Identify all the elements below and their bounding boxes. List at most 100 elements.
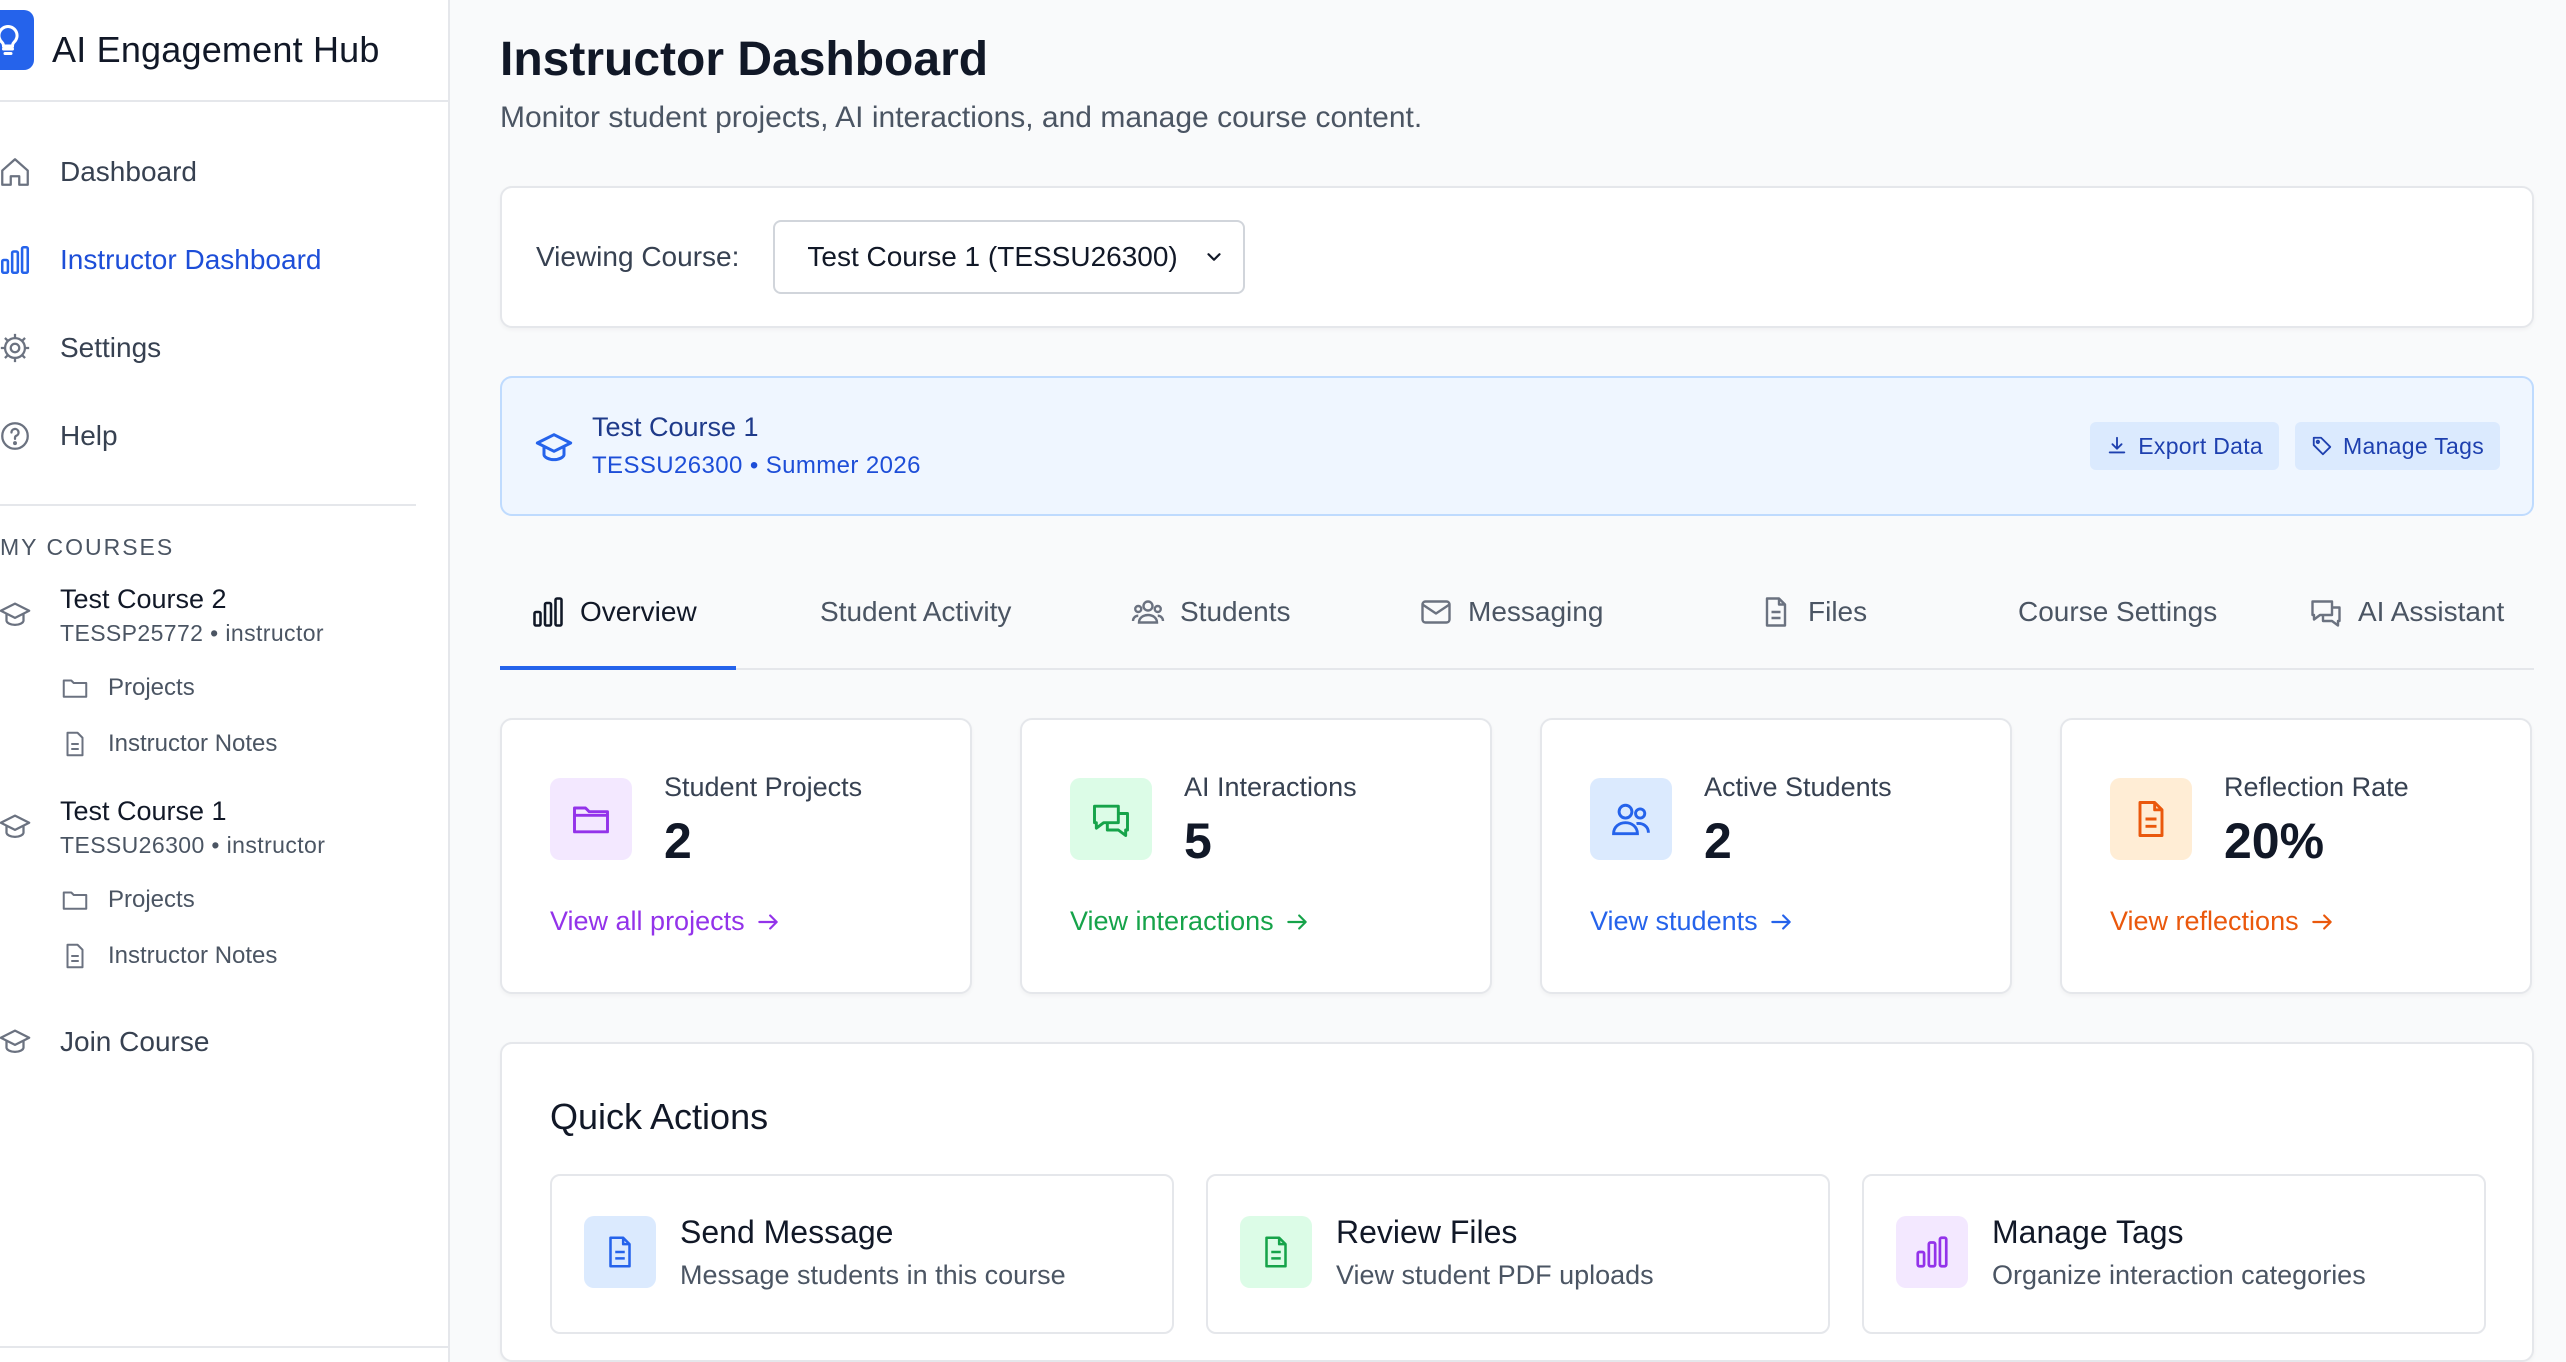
bar-chart-icon (1896, 1216, 1968, 1288)
stat-link-label: View interactions (1070, 906, 1274, 936)
manage-tags-action[interactable]: Manage Tags Organize interaction categor… (1862, 1174, 2486, 1334)
send-message-action[interactable]: Send Message Message students in this co… (550, 1174, 1174, 1334)
help-circle-icon (0, 419, 32, 453)
tab-label: Overview (580, 596, 697, 627)
course-link-label: Projects (108, 674, 195, 701)
lightbulb-logo-icon (0, 10, 34, 70)
mail-icon (1418, 594, 1454, 630)
join-course-label: Join Course (60, 1026, 210, 1057)
graduation-cap-icon (0, 810, 32, 844)
tab-students[interactable]: Students (1130, 554, 1291, 670)
stat-label: AI Interactions (1184, 772, 1357, 802)
nav-item-settings[interactable]: Settings (0, 304, 448, 392)
course-meta: TESSP25772 • instructor (60, 620, 324, 646)
stat-label: Student Projects (664, 772, 863, 802)
stat-card-active-students: Active Students 2 View students (1540, 718, 2012, 994)
chat-icon (1070, 778, 1152, 860)
stat-value: 20% (2224, 813, 2325, 869)
stat-value: 5 (1184, 813, 1212, 869)
nav-divider (0, 504, 416, 506)
course-link-label: Instructor Notes (108, 730, 278, 757)
nav-item-help[interactable]: Help (0, 392, 448, 480)
download-icon (2106, 435, 2128, 457)
tab-student-activity[interactable]: Student Activity (820, 554, 1011, 670)
course-select-value: Test Course 1 (TESSU26300) (807, 241, 1178, 272)
view-all-projects-link[interactable]: View all projects (550, 906, 781, 937)
stat-link-label: View all projects (550, 906, 745, 936)
main-content: Instructor Dashboard Monitor student pro… (500, 0, 2534, 1362)
nav-item-instructor-dashboard[interactable]: Instructor Dashboard (0, 216, 448, 304)
nav-label: Dashboard (60, 156, 197, 187)
page-title: Instructor Dashboard (500, 33, 989, 86)
stat-link-label: View students (1590, 906, 1758, 936)
quick-actions-card: Quick Actions Send Message Message stude… (500, 1042, 2534, 1362)
banner-course-title: Test Course 1 (592, 412, 759, 442)
tab-ai-assistant[interactable]: AI Assistant (2308, 554, 2504, 670)
course-select[interactable]: Test Course 1 (TESSU26300) (773, 220, 1246, 294)
view-reflections-link[interactable]: View reflections (2110, 906, 2335, 937)
course-link-label: Projects (108, 886, 195, 913)
app-header: AI Engagement Hub (0, 0, 448, 102)
course-item-test-course-2[interactable]: Test Course 2 TESSP25772 • instructor (0, 580, 448, 648)
banner-course-meta: TESSU26300 • Summer 2026 (592, 452, 921, 479)
tab-label: Files (1808, 596, 1868, 627)
stat-value: 2 (1704, 813, 1732, 869)
tab-files[interactable]: Files (1758, 554, 1867, 670)
sidebar-footer-divider (0, 1346, 448, 1348)
course-item-test-course-1[interactable]: Test Course 1 TESSU26300 • instructor (0, 792, 448, 860)
arrow-right-icon (1284, 909, 1310, 935)
nav-item-dashboard[interactable]: Dashboard (0, 128, 448, 216)
sidebar: AI Engagement Hub Dashboard Instructor D… (0, 0, 450, 1362)
bar-chart-icon (0, 243, 32, 277)
course-link-projects[interactable]: Projects (0, 872, 448, 928)
course-link-projects[interactable]: Projects (0, 660, 448, 716)
chevron-down-icon (1203, 246, 1225, 268)
stats-row: Student Projects 2 View all projects AI … (500, 718, 2534, 994)
tab-overview[interactable]: Overview (530, 554, 697, 670)
course-link-instructor-notes[interactable]: Instructor Notes (0, 716, 448, 772)
app-title: AI Engagement Hub (52, 29, 380, 70)
view-interactions-link[interactable]: View interactions (1070, 906, 1310, 937)
users-icon (1130, 594, 1166, 630)
tab-label: Student Activity (820, 596, 1012, 627)
tab-messaging[interactable]: Messaging (1418, 554, 1603, 670)
bar-chart-icon (530, 594, 566, 630)
export-data-button[interactable]: Export Data (2090, 422, 2280, 470)
quick-action-desc: View student PDF uploads (1336, 1260, 1654, 1290)
stat-card-ai-interactions: AI Interactions 5 View interactions (1020, 718, 1492, 994)
stat-card-student-projects: Student Projects 2 View all projects (500, 718, 972, 994)
course-link-instructor-notes[interactable]: Instructor Notes (0, 928, 448, 984)
tab-label: Messaging (1468, 596, 1604, 627)
active-tab-indicator (500, 666, 736, 670)
stat-card-reflection-rate: Reflection Rate 20% View reflections (2060, 718, 2532, 994)
folder-icon (60, 885, 90, 915)
users-icon (1590, 778, 1672, 860)
dashboard-tabs: Overview Student Activity Students Messa… (500, 554, 2534, 670)
course-selector-card: Viewing Course: Test Course 1 (TESSU2630… (500, 186, 2534, 328)
arrow-right-icon (755, 909, 781, 935)
course-info-banner: Test Course 1 TESSU26300 • Summer 2026 E… (500, 376, 2534, 516)
arrow-right-icon (1768, 909, 1794, 935)
graduation-cap-icon (0, 598, 32, 632)
my-courses-heading: MY COURSES (0, 534, 175, 560)
home-icon (0, 155, 32, 189)
view-students-link[interactable]: View students (1590, 906, 1794, 937)
stat-label: Active Students (1704, 772, 1892, 802)
tag-icon (2311, 435, 2333, 457)
quick-action-desc: Organize interaction categories (1992, 1260, 2366, 1290)
graduation-cap-icon (0, 1025, 32, 1059)
manage-tags-button[interactable]: Manage Tags (2295, 422, 2500, 470)
document-icon (60, 729, 90, 759)
quick-action-desc: Message students in this course (680, 1260, 1066, 1290)
course-name: Test Course 2 (60, 584, 227, 614)
review-files-action[interactable]: Review Files View student PDF uploads (1206, 1174, 1830, 1334)
tab-label: AI Assistant (2358, 596, 2505, 627)
quick-action-title: Send Message (680, 1214, 894, 1250)
quick-actions-row: Send Message Message students in this co… (550, 1174, 2486, 1334)
join-course-button[interactable]: Join Course (0, 1012, 448, 1072)
tab-label: Course Settings (2018, 596, 2218, 627)
arrow-right-icon (2309, 909, 2335, 935)
stat-value: 2 (664, 813, 692, 869)
main-nav: Dashboard Instructor Dashboard Settings … (0, 102, 448, 480)
tab-course-settings[interactable]: Course Settings (2018, 554, 2217, 670)
